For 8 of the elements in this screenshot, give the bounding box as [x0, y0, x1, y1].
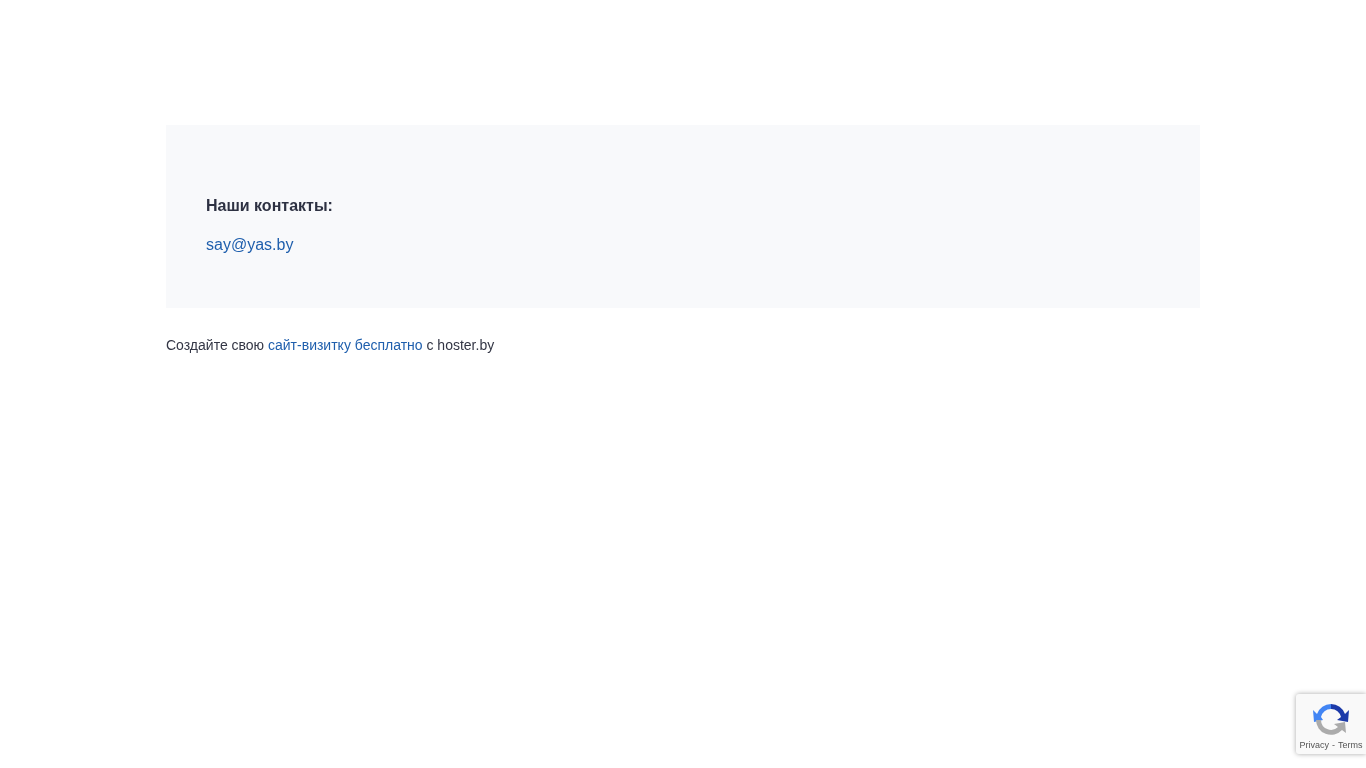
separator: -: [1332, 740, 1335, 750]
site-link[interactable]: сайт-визитку бесплатно: [268, 337, 423, 353]
privacy-link[interactable]: Privacy: [1299, 740, 1329, 750]
recaptcha-badge[interactable]: Privacy - Terms: [1296, 694, 1366, 754]
terms-link[interactable]: Terms: [1338, 740, 1363, 750]
contacts-heading: Наши контакты:: [206, 196, 333, 216]
footer-text: Создайте свою сайт-визитку бесплатно с hoster.by: [166, 336, 495, 354]
email-link[interactable]: say@yas.by: [206, 235, 294, 255]
